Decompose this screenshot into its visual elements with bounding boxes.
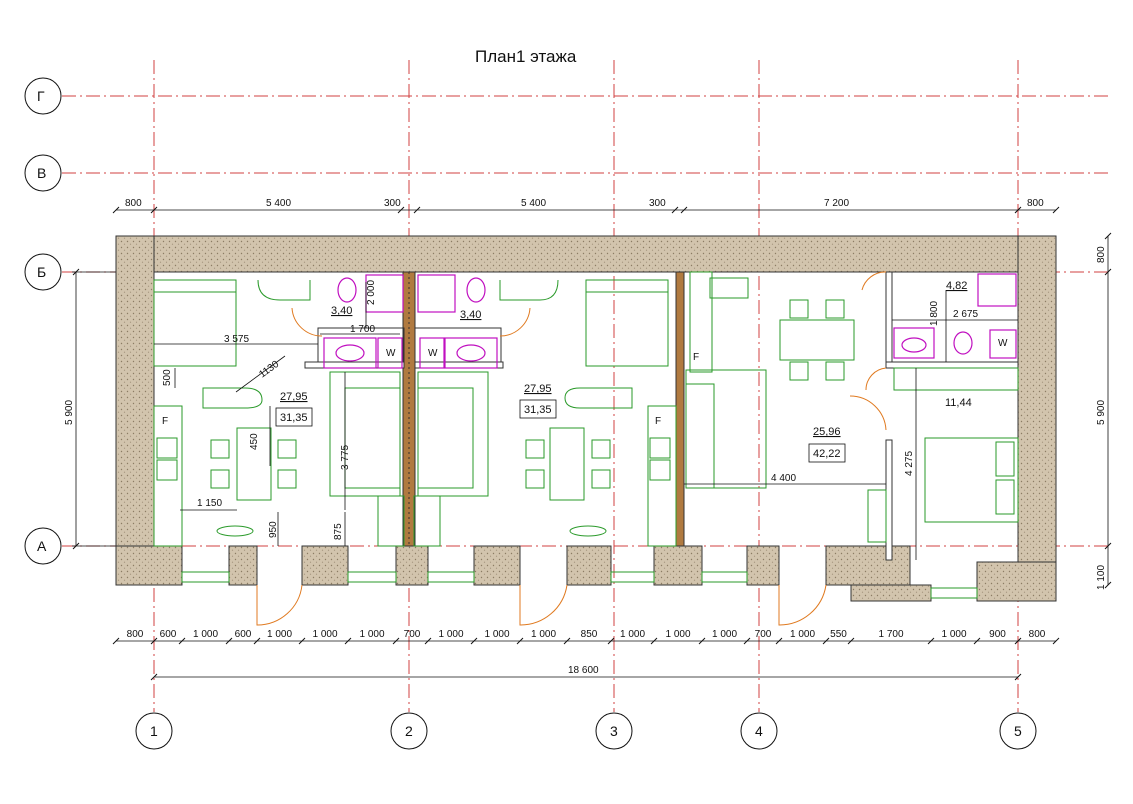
party-walls xyxy=(304,271,1019,561)
inner-dimension-texts: 3 575 1 700 2 000 1130 500 450 1 150 950… xyxy=(162,280,978,540)
dim-950: 950 xyxy=(268,521,279,538)
top-dim: 800 xyxy=(125,198,142,209)
bottom-dim: 1 000 xyxy=(665,629,690,640)
dim-2675: 2 675 xyxy=(953,309,978,320)
bottom-dim: 800 xyxy=(1029,629,1046,640)
bottom-dim: 1 000 xyxy=(531,629,556,640)
plan-title: План1 этажа xyxy=(475,47,577,66)
dim-1150: 1 150 xyxy=(197,498,222,509)
bottom-dim: 1 000 xyxy=(267,629,292,640)
fridge-mark: F xyxy=(655,416,661,427)
top-dim: 300 xyxy=(384,198,401,209)
area-unit2-total: 31,35 xyxy=(524,404,552,416)
area-unit3-living: 25,96 xyxy=(813,426,841,438)
bottom-dim: 1 000 xyxy=(312,629,337,640)
dim-1700: 1 700 xyxy=(350,324,375,335)
top-dim: 300 xyxy=(649,198,666,209)
dim-1800: 1 800 xyxy=(929,301,940,326)
dim-500: 500 xyxy=(162,369,173,386)
bottom-dim: 700 xyxy=(755,629,772,640)
bottom-dim: 900 xyxy=(989,629,1006,640)
dim-2000: 2 000 xyxy=(366,280,377,305)
bottom-dimension-chain: 800 600 1 000 600 1 000 1 000 1 000 700 1 000 1 0… xyxy=(112,629,1060,645)
left-dimension: 5 900 xyxy=(64,268,116,550)
axis-letter-b: Б xyxy=(37,264,46,280)
area-unit1-living: 27,95 xyxy=(280,391,308,403)
dim-4275: 4 275 xyxy=(904,451,915,476)
number-axis-bubbles: 1 2 3 4 5 xyxy=(135,712,1037,750)
overall-dimension: 18 600 xyxy=(150,665,1022,681)
fridge-mark: F xyxy=(693,352,699,363)
axis-number-3: 3 xyxy=(610,723,618,739)
bottom-dim: 1 000 xyxy=(484,629,509,640)
top-dim: 7 200 xyxy=(824,198,849,209)
axis-letter-a: А xyxy=(37,538,47,554)
dim-450: 450 xyxy=(249,433,260,450)
room-areas: 27,95 31,35 3,40 3,40 27,95 31,35 25,96 … xyxy=(275,280,972,463)
bottom-dim: 800 xyxy=(127,629,144,640)
axis-number-1: 1 xyxy=(150,723,158,739)
washer-mark: W xyxy=(428,348,438,359)
area-unit2-living: 27,95 xyxy=(524,383,552,395)
area-unit2-bath: 3,40 xyxy=(460,309,481,321)
washer-mark: W xyxy=(386,348,396,359)
bottom-dim: 1 000 xyxy=(620,629,645,640)
fridge-mark: F xyxy=(162,416,168,427)
top-dim: 5 400 xyxy=(266,198,291,209)
bottom-dim: 1 700 xyxy=(878,629,903,640)
bottom-dim: 1 000 xyxy=(438,629,463,640)
dim-875: 875 xyxy=(333,523,344,540)
axis-letter-g: Г xyxy=(37,88,45,104)
overall-dim: 18 600 xyxy=(568,665,599,676)
entrance-doors xyxy=(256,584,827,626)
bottom-dim: 1 000 xyxy=(359,629,384,640)
right-dim: 5 900 xyxy=(1096,400,1107,425)
right-dim: 800 xyxy=(1096,246,1107,263)
floor-plan: План1 этажа Г В Б А 1 2 3 4 5 800 5 400 … xyxy=(24,47,1112,750)
right-dim: 1 100 xyxy=(1096,565,1107,590)
bottom-dim: 1 000 xyxy=(790,629,815,640)
bottom-dim: 1 000 xyxy=(712,629,737,640)
axis-number-5: 5 xyxy=(1014,723,1022,739)
bottom-dim: 700 xyxy=(404,629,421,640)
area-unit3-bath: 4,82 xyxy=(946,280,967,292)
top-dim: 5 400 xyxy=(521,198,546,209)
left-dim: 5 900 xyxy=(64,400,75,425)
axis-number-2: 2 xyxy=(405,723,413,739)
dim-3775: 3 775 xyxy=(340,445,351,470)
dim-3575: 3 575 xyxy=(224,334,249,345)
bottom-dim: 600 xyxy=(160,629,177,640)
bottom-dim: 850 xyxy=(581,629,598,640)
bottom-dim: 600 xyxy=(235,629,252,640)
area-unit3-total: 42,22 xyxy=(813,448,841,460)
area-unit1-total: 31,35 xyxy=(280,412,308,424)
top-dimension-chain: 800 5 400 300 5 400 300 7 200 800 xyxy=(112,198,1060,214)
bottom-dim: 1 000 xyxy=(941,629,966,640)
interior-doors xyxy=(291,271,887,431)
dim-1130: 1130 xyxy=(257,359,281,381)
axis-letter-v: В xyxy=(37,165,46,181)
letter-axis-bubbles: Г В Б А xyxy=(24,77,62,565)
top-dim: 800 xyxy=(1027,198,1044,209)
area-unit1-bath: 3,40 xyxy=(331,305,352,317)
axis-number-4: 4 xyxy=(755,723,763,739)
area-unit3-bed: 11,44 xyxy=(945,397,972,409)
bottom-dim: 1 000 xyxy=(193,629,218,640)
number-axis-lines xyxy=(153,60,1019,712)
right-dimension-chain: 800 5 900 1 100 xyxy=(1096,232,1112,590)
bottom-dim: 550 xyxy=(830,629,847,640)
washer-mark: W xyxy=(998,338,1008,349)
furniture-unit-1 xyxy=(153,279,405,547)
dim-4400: 4 400 xyxy=(771,473,796,484)
